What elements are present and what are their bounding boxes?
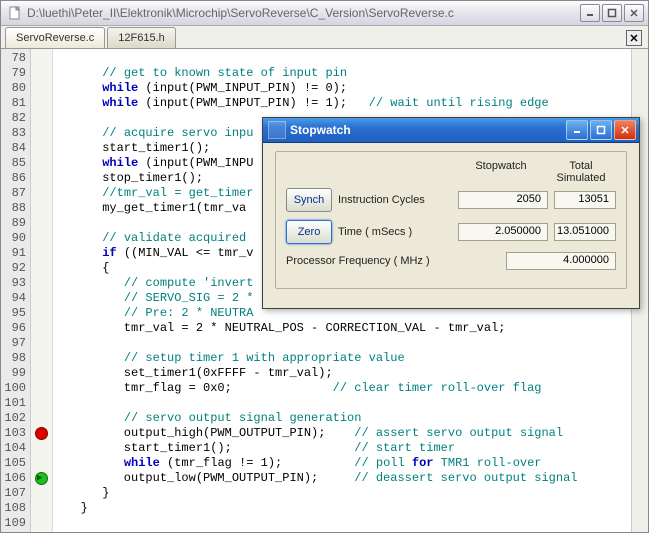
stopwatch-icon <box>268 121 286 139</box>
file-icon <box>7 5 23 21</box>
stopwatch-close-button[interactable] <box>614 120 636 140</box>
main-titlebar: D:\luethi\Peter_II\Elektronik\Microchip\… <box>1 1 648 26</box>
main-title: D:\luethi\Peter_II\Elektronik\Microchip\… <box>27 6 580 20</box>
stopwatch-maximize-button[interactable] <box>590 120 612 140</box>
close-button[interactable] <box>624 4 644 22</box>
stopwatch-title: Stopwatch <box>290 123 566 137</box>
tab-servoreverse[interactable]: ServoReverse.c <box>5 27 105 48</box>
value-cycles-total: 13051 <box>554 191 616 209</box>
value-processor-frequency: 4.000000 <box>506 252 616 270</box>
tab-12f615h[interactable]: 12F615.h <box>107 27 175 48</box>
maximize-button[interactable] <box>602 4 622 22</box>
execution-pointer-icon[interactable] <box>35 472 48 485</box>
breakpoint-icon[interactable] <box>35 427 48 440</box>
line-number-gutter: 78 79 80 81 82 83 84 85 86 87 88 89 90 9… <box>1 49 31 532</box>
label-time: Time ( mSecs ) <box>338 226 458 238</box>
label-instruction-cycles: Instruction Cycles <box>338 194 458 206</box>
value-cycles-stopwatch: 2050 <box>458 191 548 209</box>
breakpoint-gutter[interactable] <box>31 49 53 532</box>
minimize-button[interactable] <box>580 4 600 22</box>
zero-button[interactable]: Zero <box>286 220 332 244</box>
label-processor-frequency: Processor Frequency ( MHz ) <box>286 255 506 267</box>
value-time-stopwatch: 2.050000 <box>458 223 548 241</box>
col-header-total: Total Simulated <box>546 160 616 184</box>
stopwatch-panel: Stopwatch Total Simulated Synch Instruct… <box>275 151 627 289</box>
stopwatch-titlebar[interactable]: Stopwatch <box>263 118 639 143</box>
value-time-total: 13.051000 <box>554 223 616 241</box>
synch-button[interactable]: Synch <box>286 188 332 212</box>
stopwatch-minimize-button[interactable] <box>566 120 588 140</box>
col-header-stopwatch: Stopwatch <box>456 160 546 184</box>
tab-close-icon[interactable]: ✕ <box>626 30 642 46</box>
stopwatch-window: Stopwatch Stopwatch Total Simulated Sync… <box>262 117 640 309</box>
tab-strip: ServoReverse.c 12F615.h ✕ <box>1 26 648 49</box>
